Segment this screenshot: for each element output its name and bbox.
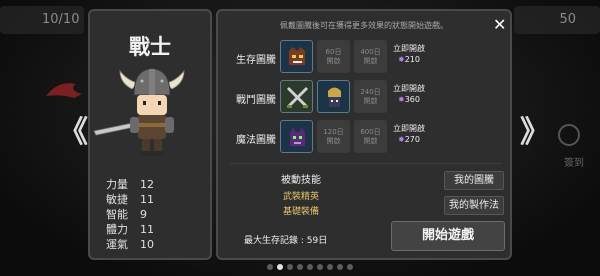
- page-dot[interactable]: [317, 264, 323, 270]
- stat-value: 10: [140, 238, 154, 251]
- page-dot[interactable]: [327, 264, 333, 270]
- page-dot[interactable]: [287, 264, 293, 270]
- slot-state: 開啟: [363, 137, 378, 145]
- page-indicator: [267, 264, 353, 270]
- page-dot[interactable]: [307, 264, 313, 270]
- start-game-button[interactable]: 開始遊戲: [391, 221, 505, 251]
- totem-row-label: 生存圖騰: [236, 55, 276, 66]
- slot-days: 600日: [360, 128, 381, 136]
- unlock-cost: 360: [404, 95, 420, 104]
- stat-label: 體力: [106, 223, 128, 236]
- slot-state: 開啟: [326, 137, 341, 145]
- totem-slot-locked: 120日 開啟: [317, 120, 350, 153]
- totem-row-survival: 生存圖騰 60日 開啟 400日 開啟 立即開啟 ✸210: [218, 37, 508, 77]
- background-checkin-icon: [558, 124, 580, 146]
- passive-skill: 基礎裝備: [282, 207, 319, 217]
- totem-slot-locked: 400日 開啟: [354, 40, 387, 73]
- page-dot-active[interactable]: [277, 264, 283, 270]
- totem-row-label: 魔法圖騰: [236, 135, 276, 146]
- unlock-label: 立即開啟: [393, 124, 425, 133]
- totem-notice: 佩戴圖騰後可在獲得更多效果的狀態開始遊戲。: [280, 21, 448, 30]
- totem-slot-purple-demon[interactable]: [280, 120, 313, 153]
- purple-demon-icon: [290, 128, 305, 146]
- stat-label: 運氣: [106, 238, 128, 251]
- stat-row-intelligence: 智能 9: [106, 207, 206, 222]
- background-checkin-label: 簽到: [564, 158, 584, 169]
- gem-icon: ✸: [398, 95, 405, 104]
- totem-slot-locked: 600日 開啟: [354, 120, 387, 153]
- page-dot[interactable]: [337, 264, 343, 270]
- slot-days: 400日: [360, 48, 381, 56]
- next-character-arrow[interactable]: 》: [520, 118, 550, 148]
- stat-value: 9: [140, 208, 147, 221]
- stat-value: 11: [140, 193, 154, 206]
- my-totems-button[interactable]: 我的圖騰: [444, 171, 504, 190]
- unlock-label: 立即開啟: [393, 44, 425, 53]
- slot-days: 60日: [325, 48, 342, 56]
- demon-mask-icon: [289, 47, 305, 65]
- unlock-cost: 210: [404, 55, 420, 64]
- totem-slot-locked: 240日 開啟: [354, 80, 387, 113]
- my-crafting-button[interactable]: 我的製作法: [444, 196, 504, 215]
- close-button[interactable]: ✕: [493, 17, 506, 33]
- slot-state: 開啟: [363, 97, 378, 105]
- stat-label: 智能: [106, 208, 128, 221]
- prev-character-arrow[interactable]: 《: [58, 118, 88, 148]
- page-dot[interactable]: [267, 264, 273, 270]
- totem-slot-locked: 60日 開啟: [317, 40, 350, 73]
- background-hud-left-text: 10/10: [42, 12, 80, 27]
- totem-row-magic: 魔法圖騰 120日 開啟 600日 開啟 立即開啟 ✸270: [218, 117, 508, 157]
- armored-knight-icon: [328, 87, 341, 107]
- character-stats: 力量 12 敏捷 11 智能 9 體力 11 運氣 10: [106, 177, 206, 252]
- character-panel: 戰士 力量 12 敏捷 11 智能 9 體力 11 運氣 10: [88, 9, 212, 260]
- passive-skills-title: 被動技能: [281, 175, 321, 186]
- stat-row-stamina: 體力 11: [106, 222, 206, 237]
- unlock-cost: 270: [404, 135, 420, 144]
- stat-row-strength: 力量 12: [106, 177, 206, 192]
- stat-value: 12: [140, 178, 154, 191]
- best-survival-record: 最大生存記錄 : 59日: [244, 236, 328, 246]
- stat-label: 力量: [106, 178, 128, 191]
- page-dot[interactable]: [347, 264, 353, 270]
- character-class-name: 戰士: [129, 35, 171, 59]
- stat-label: 敏捷: [106, 193, 128, 206]
- unlock-now-button[interactable]: 立即開啟 ✸360: [391, 83, 427, 115]
- unlock-now-button[interactable]: 立即開啟 ✸270: [391, 123, 427, 155]
- gem-icon: ✸: [398, 55, 405, 64]
- crossed-swords-icon: [286, 86, 309, 109]
- totem-row-battle: 戰鬥圖騰 240日 開啟 立即開啟 ✸360: [218, 77, 508, 117]
- warrior-character-icon: [93, 68, 185, 156]
- passive-skill: 武裝精英: [282, 192, 319, 202]
- stat-row-agility: 敏捷 11: [106, 192, 206, 207]
- totem-panel: 佩戴圖騰後可在獲得更多效果的狀態開始遊戲。 ✕ 生存圖騰 60日 開啟 400日開…: [216, 9, 512, 260]
- stat-row-luck: 運氣 10: [106, 237, 206, 252]
- stat-value: 11: [140, 223, 154, 236]
- page-dot[interactable]: [297, 264, 303, 270]
- totem-slot-demon-mask[interactable]: [280, 40, 313, 73]
- background-hud-right-text: 50: [559, 12, 576, 27]
- background-hud-right: [514, 6, 600, 34]
- unlock-now-button[interactable]: 立即開啟 ✸210: [391, 43, 427, 75]
- unlock-label: 立即開啟: [393, 84, 425, 93]
- gem-icon: ✸: [398, 135, 405, 144]
- divider: [230, 163, 502, 164]
- background-axe-icon: [46, 83, 82, 98]
- totem-row-label: 戰鬥圖騰: [236, 95, 276, 106]
- totem-slot-armored-knight[interactable]: [317, 80, 350, 113]
- slot-days: 120日: [323, 128, 344, 136]
- slot-state: 開啟: [363, 57, 378, 65]
- slot-days: 240日: [360, 88, 381, 96]
- totem-slot-crossed-swords[interactable]: [280, 80, 313, 113]
- slot-state: 開啟: [326, 57, 341, 65]
